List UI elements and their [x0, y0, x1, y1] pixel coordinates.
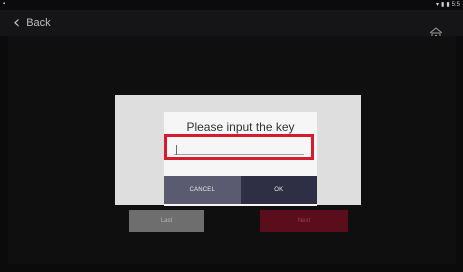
dialog-title: Please input the key [186, 120, 295, 134]
dialog-buttons: CANCEL OK [164, 176, 317, 204]
ok-button[interactable]: OK [240, 176, 317, 204]
status-time: 5:5 [451, 1, 460, 8]
back-label: Back [26, 17, 51, 29]
wifi-icon: ▾ [436, 2, 440, 8]
chevron-left-icon: ‹ [13, 12, 21, 33]
highlight-box [164, 134, 314, 160]
cancel-button[interactable]: CANCEL [164, 176, 241, 204]
battery-icon: ▮ [446, 2, 450, 8]
notification-icon: ▪ [3, 1, 6, 7]
last-button[interactable]: Last [129, 210, 204, 232]
status-icons: ▾ ▮ ▮ 5:5 [436, 1, 460, 9]
next-button[interactable]: Next [260, 210, 348, 232]
back-button[interactable]: ‹ Back [13, 12, 51, 34]
status-bar: ▪ ▾ ▮ ▮ 5:5 [0, 0, 463, 10]
top-bar: ‹ Back [0, 10, 463, 40]
signal-icon: ▮ [441, 2, 445, 8]
